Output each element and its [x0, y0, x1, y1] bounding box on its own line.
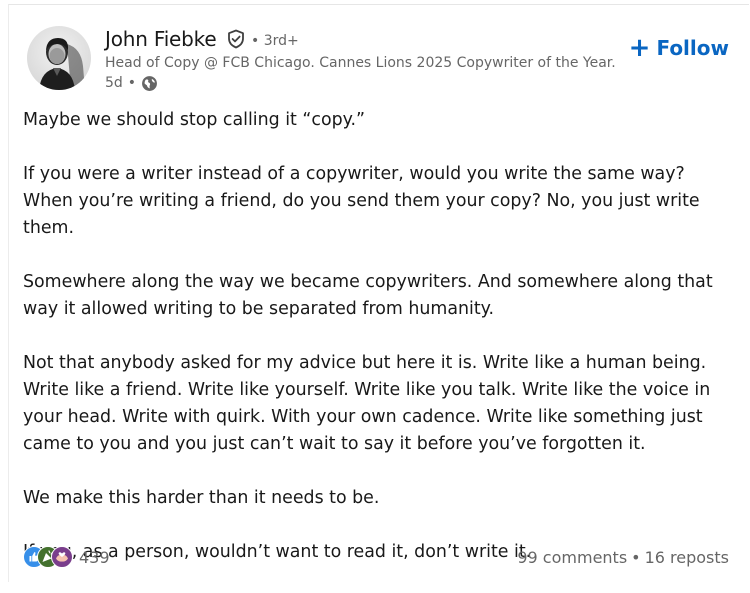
reactions-summary[interactable]: 439: [23, 546, 110, 568]
post-body: Maybe we should stop calling it “copy.” …: [23, 107, 738, 593]
author-name[interactable]: John Fiebke: [105, 26, 217, 52]
post-paragraph: If you were a writer instead of a copywr…: [23, 164, 700, 238]
plus-icon: +: [628, 33, 651, 63]
verified-shield-icon: [228, 29, 244, 49]
avatar-photo: [27, 26, 91, 90]
support-icon: [51, 546, 73, 568]
reaction-count[interactable]: 439: [79, 548, 110, 567]
follow-button[interactable]: + Follow: [629, 35, 729, 61]
post-meta: 5d •: [105, 74, 158, 92]
post-paragraph: Somewhere along the way we became copywr…: [23, 272, 713, 319]
follow-label: Follow: [656, 36, 729, 60]
connection-degree: • 3rd+: [251, 33, 299, 49]
meta-separator: •: [127, 75, 137, 91]
reposts-count-link[interactable]: 16 reposts: [645, 548, 729, 567]
post-time: 5d: [105, 75, 123, 91]
avatar[interactable]: [27, 26, 91, 90]
engagement-stats: 99 comments • 16 reposts: [517, 548, 729, 568]
globe-icon: [142, 75, 157, 91]
author-headline: Head of Copy @ FCB Chicago. Cannes Lions…: [105, 55, 616, 71]
post-paragraph: Maybe we should stop calling it “copy.”: [23, 110, 365, 130]
comments-count-link[interactable]: 99 comments: [517, 548, 627, 567]
stats-separator: •: [631, 548, 641, 567]
post-card: John Fiebke • 3rd+ Head of Copy @ FCB Ch…: [8, 4, 749, 582]
post-paragraph: We make this harder than it needs to be.: [23, 488, 380, 508]
post-paragraph: Not that anybody asked for my advice but…: [23, 353, 711, 454]
reaction-icons: [23, 546, 75, 568]
